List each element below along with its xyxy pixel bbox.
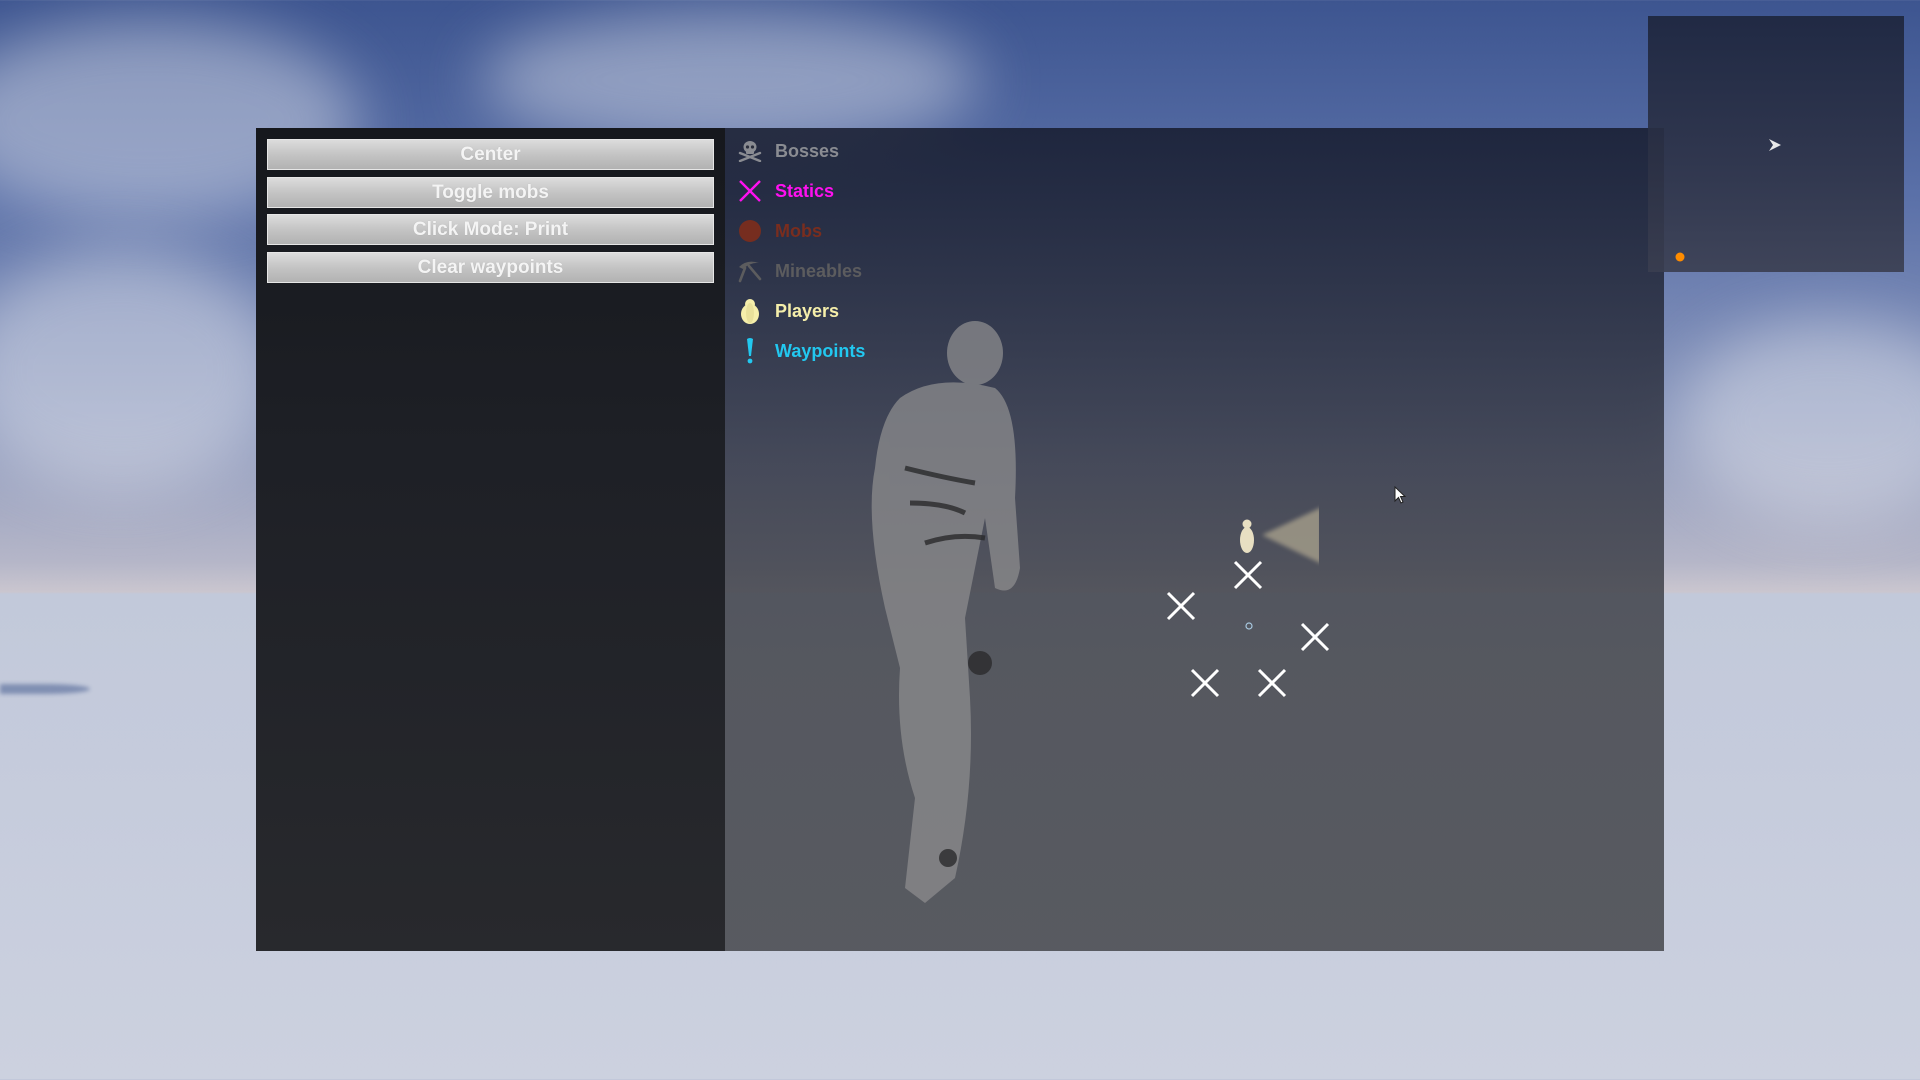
character-silhouette (871, 321, 1020, 903)
legend-label: Mineables (775, 260, 863, 281)
mouse-cursor-icon (1394, 486, 1407, 504)
minimap[interactable] (1648, 16, 1904, 272)
skull-crossbones-icon (735, 136, 765, 166)
static-marker[interactable] (1190, 668, 1220, 698)
static-marker[interactable] (1166, 591, 1196, 621)
pickaxe-icon (735, 256, 765, 286)
minimap-player-arrow-icon (1769, 139, 1781, 151)
center-button[interactable]: Center (267, 139, 714, 170)
x-mark-icon (735, 176, 765, 206)
static-marker[interactable] (1257, 668, 1287, 698)
cloud (1680, 320, 1920, 520)
toggle-mobs-button[interactable]: Toggle mobs (267, 177, 714, 208)
clear-waypoints-button[interactable]: Clear waypoints (267, 252, 714, 283)
static-marker[interactable] (1233, 560, 1263, 590)
legend-label: Statics (775, 180, 835, 201)
map-view[interactable]: Bosses Statics Mobs Mineables Players Wa… (725, 128, 1664, 951)
map-window: Center Toggle mobs Click Mode: Print Cle… (256, 128, 1664, 951)
legend-label: Waypoints (775, 340, 866, 361)
legend-item-mineables[interactable]: Mineables (735, 256, 862, 286)
legend-item-waypoints[interactable]: Waypoints (735, 336, 865, 366)
cloud (0, 250, 280, 490)
static-marker[interactable] (1300, 622, 1330, 652)
map-center-marker (1245, 622, 1253, 630)
red-circle-icon (735, 216, 765, 246)
minimap-poi-dot (1675, 252, 1685, 262)
ground-shadow (0, 684, 90, 694)
legend-item-statics[interactable]: Statics (735, 176, 834, 206)
player-marker[interactable] (1239, 518, 1255, 554)
control-sidebar: Center Toggle mobs Click Mode: Print Cle… (256, 128, 725, 951)
legend-label: Mobs (775, 220, 822, 241)
pawn-icon (735, 296, 765, 326)
legend-label: Players (775, 300, 840, 321)
exclamation-icon (735, 336, 765, 366)
click-mode-button[interactable]: Click Mode: Print (267, 214, 714, 245)
legend-item-mobs[interactable]: Mobs (735, 216, 822, 246)
legend-item-players[interactable]: Players (735, 296, 839, 326)
legend-label: Bosses (775, 140, 840, 161)
legend-item-bosses[interactable]: Bosses (735, 136, 839, 166)
